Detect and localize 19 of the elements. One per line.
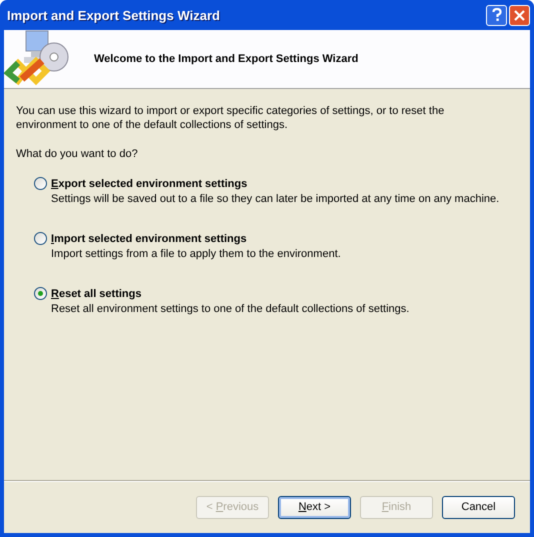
close-icon	[514, 10, 525, 20]
radio-button[interactable]	[34, 287, 47, 300]
wizard-button[interactable]: Next >	[278, 496, 351, 518]
close-button[interactable]	[509, 4, 530, 26]
header-title: Welcome to the Import and Export Settings Wizard	[94, 53, 358, 65]
intro-text: You can use this wizard to import or export specific categories of settings, or to reset the environment to one of the default collections of settings.	[16, 104, 446, 132]
help-button[interactable]	[486, 4, 507, 26]
radio-button[interactable]	[34, 177, 47, 190]
help-icon	[492, 8, 502, 22]
question-text: What do you want to do?	[16, 147, 139, 161]
option-label[interactable]: Reset all settings	[51, 288, 530, 300]
wizard-button[interactable]: Cancel	[442, 496, 515, 518]
option-description: Settings will be saved out to a file so they can later be imported at any time on any machine.	[51, 193, 500, 205]
option-description: Reset all environment settings to one of the default collections of settings.	[51, 303, 410, 315]
window-title: Import and Export Settings Wizard	[7, 8, 220, 22]
option-label[interactable]: Import selected environment settings	[51, 232, 530, 244]
option-description: Import settings from a file to apply them to the environment.	[51, 248, 342, 260]
radio-button[interactable]	[34, 232, 47, 245]
option-label[interactable]: Export selected environment settings	[51, 178, 530, 190]
